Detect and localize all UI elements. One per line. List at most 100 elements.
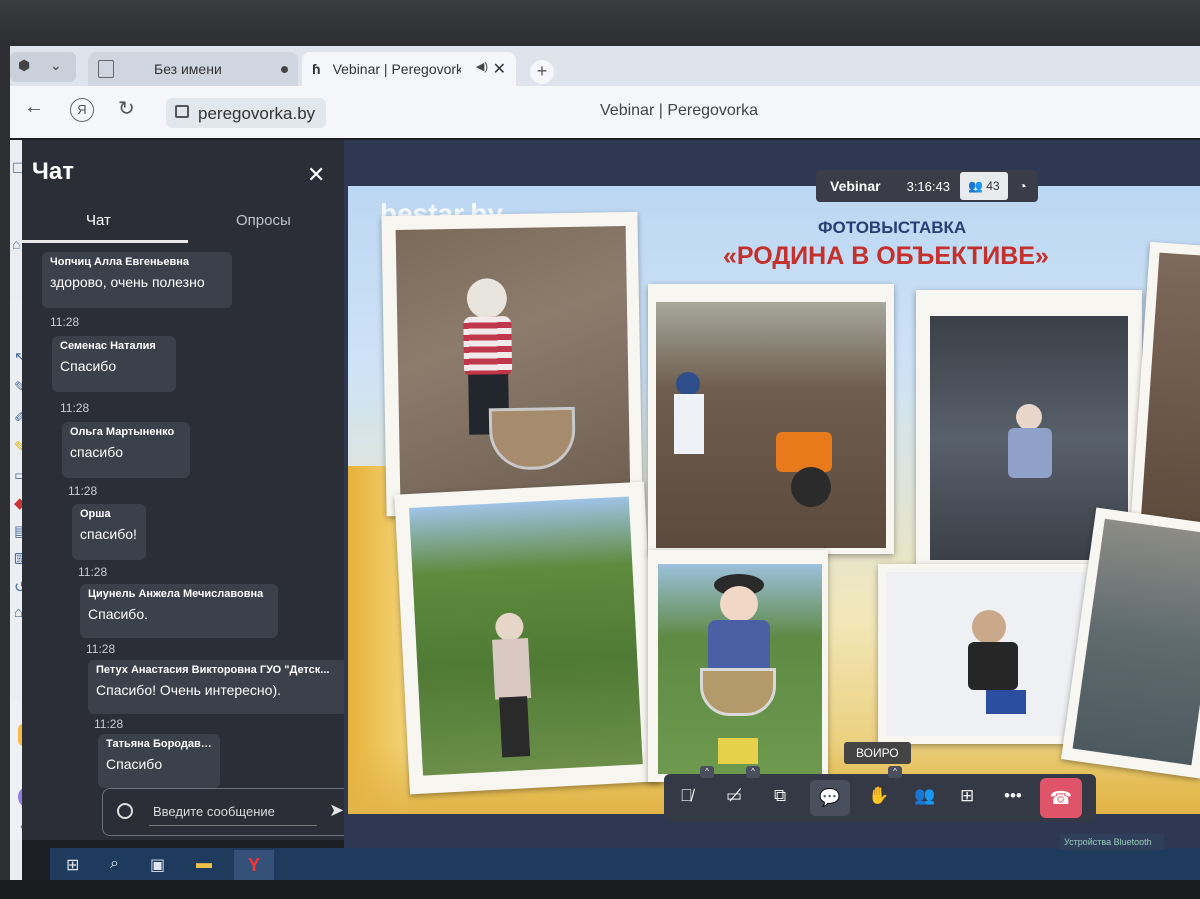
monitor-bezel-top	[0, 0, 1200, 46]
photo-child-potatoes	[395, 225, 631, 502]
chat-message-input[interactable]: Введите сообщение ➤	[102, 788, 362, 836]
photo-right-top	[1140, 252, 1200, 527]
layout-grid-icon[interactable]: ⊞	[960, 786, 974, 806]
search-icon[interactable]: ⌕	[110, 855, 119, 873]
browser-tabstrip: ⬢ ⌄ Без имени ɦ Vebinar | Peregovorka ◀)…	[10, 46, 1200, 86]
back-arrow-icon[interactable]: ←	[24, 96, 44, 119]
tab-webinar[interactable]: ɦ Vebinar | Peregovorka ◀) ✕	[302, 52, 516, 86]
active-tab-indicator	[22, 240, 188, 243]
participants-count[interactable]: 👥 43	[959, 172, 1008, 200]
slide-title: «РОДИНА В ОБЪЕКТИВЕ»	[723, 242, 1049, 270]
more-options-icon[interactable]: •••	[1004, 786, 1022, 806]
photo-tiller	[656, 302, 886, 548]
photo-child-hammer	[886, 572, 1086, 736]
chat-panel: Чат ✕ Чат Опросы Чопчиц Алла Евгеньевна …	[22, 140, 372, 840]
participants-number: 43	[986, 179, 1000, 193]
message-time: 11:28	[50, 315, 80, 329]
presentation-slide: bestar.by ФОТОВЫСТАВКА «РОДИНА В ОБЪЕКТИ…	[348, 186, 1200, 814]
photo-frame	[648, 284, 894, 554]
chat-message: Петух Анастасия Викторовна ГУО "Детск...…	[88, 660, 348, 714]
tab-menu-button[interactable]: ⬢ ⌄	[10, 52, 76, 82]
emoji-icon[interactable]	[117, 803, 133, 819]
input-placeholder: Введите сообщение	[153, 804, 275, 819]
conference-controls: ^ 🎙̸ ^ ▭̸ ⧉ 💬 ^ ✋ 👥 ⊞ ••• ☎	[664, 766, 1096, 822]
hand-options-caret[interactable]: ^	[888, 766, 902, 778]
windows-taskbar: ⊞ ⌕ ▣ ▬ Y	[50, 848, 1200, 882]
speaker-icon[interactable]: ◀)	[476, 60, 488, 73]
bluetooth-devices-tooltip: Устройства Bluetooth	[1060, 834, 1164, 850]
tab-chat[interactable]: Чат	[86, 212, 111, 229]
monitor-bezel-bottom	[0, 880, 1200, 899]
task-view-icon[interactable]: ▣	[150, 855, 165, 875]
reload-icon[interactable]: ↻	[118, 96, 135, 121]
webinar-info-bar: Vebinar 3:16:43 👥 43 ◔	[816, 170, 1038, 202]
raise-hand-icon[interactable]: ✋	[868, 786, 889, 806]
message-time: 11:28	[68, 484, 98, 498]
document-icon	[98, 60, 114, 78]
mic-off-icon[interactable]: 🎙̸	[680, 786, 693, 806]
webinar-title: Vebinar	[830, 178, 881, 194]
chat-title: Чат	[32, 158, 74, 185]
tab-polls[interactable]: Опросы	[236, 212, 291, 229]
url-field[interactable]: peregovorka.by	[166, 98, 326, 128]
message-author: Петух Анастасия Викторовна ГУО "Детск...	[96, 664, 330, 676]
chat-message: Чопчиц Алла Евгеньевна здорово, очень по…	[42, 252, 232, 308]
chevron-down-icon: ⌄	[50, 57, 62, 73]
message-text: спасибо	[70, 444, 123, 460]
lock-icon	[175, 105, 189, 118]
message-time: 11:28	[86, 642, 116, 656]
message-author: Чопчиц Алла Евгеньевна	[50, 256, 189, 268]
windows-start-icon[interactable]: ⊞	[66, 855, 79, 875]
new-tab-button[interactable]: +	[530, 60, 554, 84]
page-title: Vebinar | Peregovorka	[600, 102, 759, 119]
screen-share-icon[interactable]: ⧉	[774, 786, 786, 806]
photo-right-bottom	[1072, 518, 1200, 766]
tab-label: Vebinar | Peregovorka	[332, 61, 461, 77]
message-author: Орша	[80, 508, 111, 520]
mic-options-caret[interactable]: ^	[700, 766, 714, 778]
camera-options-caret[interactable]: ^	[746, 766, 760, 778]
webinar-timer: 3:16:43	[906, 178, 950, 194]
tab-untitled[interactable]: Без имени	[88, 52, 298, 86]
message-text: Спасибо	[60, 358, 117, 374]
photo-child-basket	[658, 564, 822, 774]
file-explorer-icon[interactable]: ▬	[196, 855, 212, 873]
message-time: 11:28	[94, 717, 124, 731]
monitor-bezel-left	[0, 40, 10, 890]
send-icon[interactable]: ➤	[329, 800, 344, 821]
connection-speed-icon[interactable]: ◔	[1008, 178, 1038, 194]
participants-icon[interactable]: 👥	[914, 786, 935, 806]
message-author: Семенас Наталия	[60, 340, 156, 352]
message-author: Ольга Мартыненко	[70, 426, 175, 438]
close-tab-icon[interactable]: ✕	[493, 59, 506, 79]
camera-icon[interactable]: ⌂	[12, 236, 20, 252]
message-text: спасибо!	[80, 526, 137, 542]
message-text: здорово, очень полезно	[50, 274, 205, 290]
chat-message: Семенас Наталия Спасибо	[52, 336, 176, 392]
close-chat-icon[interactable]: ✕	[307, 162, 325, 188]
camera-off-icon[interactable]: ▭̸	[726, 786, 742, 806]
input-underline	[149, 825, 317, 826]
chat-message: Орша спасибо!	[72, 504, 146, 560]
message-author: Циунель Анжела Мечиславовна	[88, 588, 264, 600]
photo-apple-tree	[409, 496, 643, 776]
browser-logo-icon: ⬢	[18, 57, 31, 73]
leave-call-button[interactable]: ☎	[1040, 778, 1082, 818]
yandex-browser-taskbar-icon[interactable]: Y	[234, 850, 274, 880]
chat-message: Циунель Анжела Мечиславовна Спасибо.	[80, 584, 278, 638]
photo-frame	[878, 564, 1092, 744]
message-text: Спасибо.	[88, 606, 148, 622]
tab-label: Без имени	[154, 61, 222, 77]
message-author: Татьяна Бородавко	[106, 738, 212, 750]
message-text: Спасибо	[106, 756, 163, 772]
yandex-icon[interactable]: Я	[70, 98, 94, 122]
url-text: peregovorka.by	[198, 104, 316, 123]
slide-subtitle: ФОТОВЫСТАВКА	[818, 218, 967, 237]
photo-frame	[648, 550, 828, 782]
participants-icon: 👥	[967, 179, 987, 193]
photo-frame	[394, 481, 660, 795]
chat-toggle-icon[interactable]: 💬	[810, 780, 850, 816]
chat-message: Татьяна Бородавко Спасибо	[98, 734, 220, 788]
address-bar: ← Я ↻ peregovorka.by Vebinar | Peregovor…	[10, 86, 1200, 138]
photo-frame	[1129, 241, 1200, 537]
